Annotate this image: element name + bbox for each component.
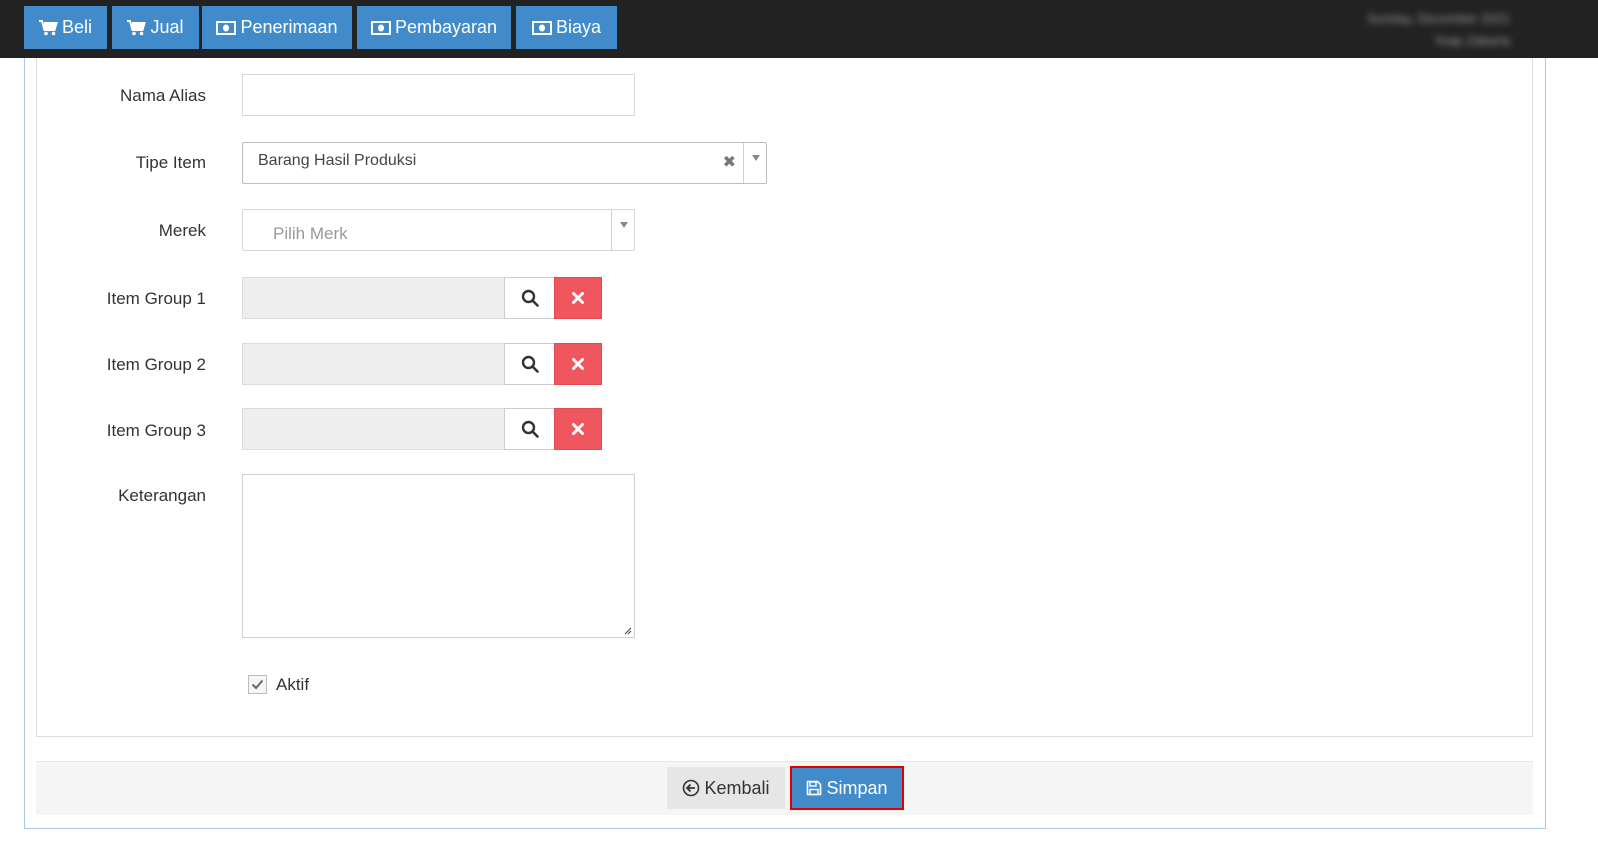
money-icon xyxy=(531,20,552,35)
close-icon xyxy=(572,423,584,435)
select-divider xyxy=(611,210,612,250)
keterangan-textarea[interactable] xyxy=(242,474,635,638)
item-group-3-clear-button[interactable] xyxy=(554,408,602,450)
aktif-label: Aktif xyxy=(276,675,310,694)
nav-jual-label: Jual xyxy=(150,17,184,37)
search-icon xyxy=(521,289,539,307)
item-group-2-search-button[interactable] xyxy=(504,343,555,385)
clear-selection-icon[interactable]: ✖ xyxy=(723,152,736,172)
chevron-down-icon[interactable] xyxy=(620,222,628,228)
shopping-cart-icon xyxy=(38,19,58,35)
checkmark-icon xyxy=(251,679,264,690)
money-icon xyxy=(370,20,391,35)
nama-alias-label: Nama Alias xyxy=(120,86,206,105)
chevron-down-icon[interactable] xyxy=(752,155,760,161)
merek-placeholder: Pilih Merk xyxy=(273,224,348,243)
item-group-3-label: Item Group 3 xyxy=(106,421,206,440)
nav-beli-button[interactable]: Beli xyxy=(24,6,107,49)
top-navbar: Beli Jual Penerimaan Pembayaran Biaya Su… xyxy=(0,0,1598,58)
item-group-1-search-button[interactable] xyxy=(504,277,555,319)
search-icon xyxy=(521,420,539,438)
nav-pembayaran-button[interactable]: Pembayaran xyxy=(357,6,511,49)
keterangan-label: Keterangan xyxy=(118,486,206,505)
merek-select[interactable]: Pilih Merk xyxy=(242,209,635,251)
nav-pembayaran-label: Pembayaran xyxy=(394,17,498,37)
item-group-2-clear-button[interactable] xyxy=(554,343,602,385)
item-group-1-input[interactable] xyxy=(242,277,505,319)
user-info[interactable]: Sunday, December 2021 Yeap Zakaria xyxy=(1367,8,1510,52)
money-icon xyxy=(216,20,237,35)
item-group-1-label: Item Group 1 xyxy=(106,289,206,308)
item-group-3-input[interactable] xyxy=(242,408,505,450)
user-info-line2: Yeap Zakaria xyxy=(1433,33,1510,48)
nav-biaya-label: Biaya xyxy=(555,17,602,37)
resize-handle-icon[interactable] xyxy=(623,626,632,635)
nav-jual-button[interactable]: Jual xyxy=(112,6,199,49)
select-divider xyxy=(743,143,744,183)
tipe-item-select[interactable]: Barang Hasil Produksi ✖ xyxy=(242,142,767,184)
close-icon xyxy=(572,292,584,304)
nav-penerimaan-button[interactable]: Penerimaan xyxy=(202,6,352,49)
tipe-item-label: Tipe Item xyxy=(135,153,206,172)
search-icon xyxy=(521,355,539,373)
user-info-line1: Sunday, December 2021 xyxy=(1367,11,1510,26)
item-group-2-input[interactable] xyxy=(242,343,505,385)
nav-beli-label: Beli xyxy=(61,17,92,37)
item-group-3-search-button[interactable] xyxy=(504,408,555,450)
nav-biaya-button[interactable]: Biaya xyxy=(516,6,617,49)
item-group-2-label: Item Group 2 xyxy=(106,355,206,374)
nav-penerimaan-label: Penerimaan xyxy=(240,17,338,37)
back-button[interactable]: Kembali xyxy=(667,767,785,809)
back-button-label: Kembali xyxy=(704,777,770,798)
aktif-checkbox[interactable] xyxy=(248,675,267,694)
merek-label: Merek xyxy=(158,221,206,240)
nama-alias-input[interactable] xyxy=(242,74,635,116)
close-icon xyxy=(572,358,584,370)
tipe-item-selected-value: Barang Hasil Produksi xyxy=(258,152,417,169)
save-button-label: Simpan xyxy=(826,777,888,798)
item-group-1-clear-button[interactable] xyxy=(554,277,602,319)
shopping-cart-icon xyxy=(127,19,147,35)
save-button[interactable]: Simpan xyxy=(790,766,904,810)
circle-arrow-left-icon xyxy=(683,779,700,797)
floppy-disk-icon xyxy=(807,780,822,796)
